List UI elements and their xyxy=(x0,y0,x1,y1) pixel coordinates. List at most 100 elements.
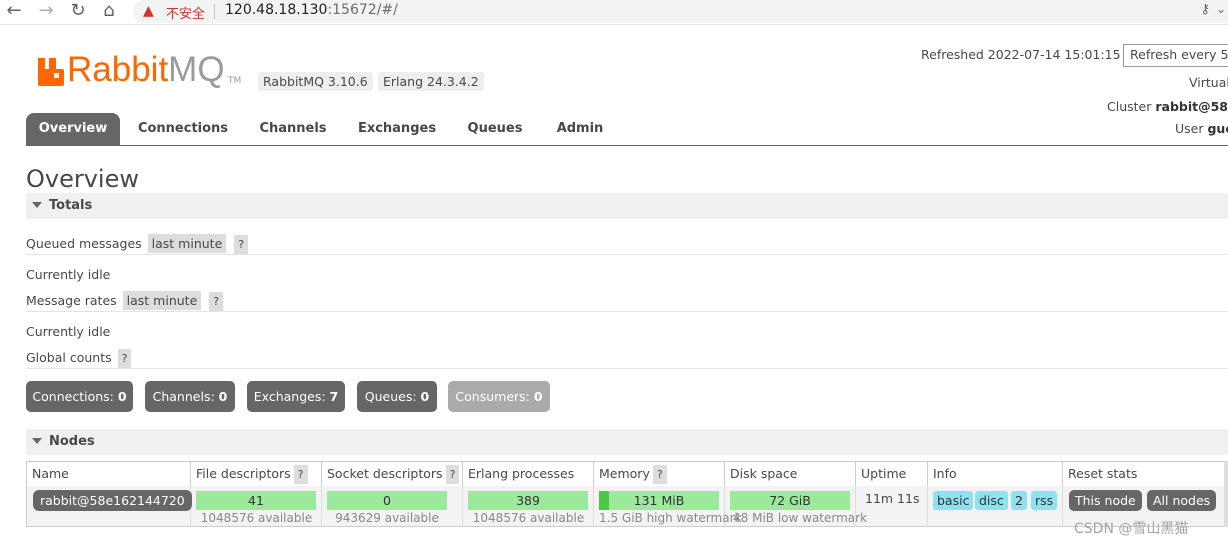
count-label: Connections: xyxy=(32,389,114,404)
divider xyxy=(26,254,1228,255)
chevron-down-icon[interactable]: ⌄ xyxy=(1216,2,1226,16)
erlang-processes-bar: 389 xyxy=(468,491,588,510)
nodes-table: Name File descriptors? Socket descriptor… xyxy=(26,461,1228,527)
erlang-version-badge: Erlang 24.3.4.2 xyxy=(378,72,484,91)
rabbit-logo-icon xyxy=(38,58,64,86)
tab-queues[interactable]: Queues xyxy=(462,113,528,145)
column-header-file-descriptors[interactable]: File descriptors? xyxy=(191,462,322,486)
count-label: Consumers: xyxy=(455,389,530,404)
help-button[interactable]: ? xyxy=(652,465,667,484)
virtual-host-label: Virtual xyxy=(1189,75,1228,90)
table-cell-disk-space: 72 GiB 48 MiB low watermark xyxy=(725,486,867,527)
logo-text: RabbitMQ xyxy=(67,50,225,90)
browser-divider xyxy=(0,24,1228,28)
forward-icon[interactable]: → xyxy=(34,0,58,22)
column-header-memory[interactable]: Memory? xyxy=(594,462,725,486)
count-label: Channels: xyxy=(152,389,215,404)
connections-count-button[interactable]: Connections: 0 xyxy=(26,381,133,412)
rates-status: Currently idle xyxy=(26,324,111,339)
queued-range-select[interactable]: last minute xyxy=(147,234,227,253)
insecure-label: 不安全 xyxy=(166,7,206,22)
count-value: 0 xyxy=(420,389,430,404)
page-title: Overview xyxy=(26,165,139,193)
nodes-heading: Nodes xyxy=(49,434,95,449)
count-value: 0 xyxy=(533,389,543,404)
count-value: 0 xyxy=(218,389,228,404)
browser-toolbar: ← → ↻ ⌂ ▲ 不安全 120.48.18.130:15672/#/ ⚷ ⌄ xyxy=(0,0,1228,24)
info-tag-basic: basic xyxy=(933,491,974,510)
bar-fill xyxy=(599,491,610,510)
disk-space-bar: 72 GiB xyxy=(730,491,850,510)
table-cell-uptime: 11m 11s xyxy=(856,486,928,527)
file-descriptors-available: 1048576 available xyxy=(200,511,313,525)
global-counts-label: Global counts xyxy=(26,350,112,365)
help-button[interactable]: ? xyxy=(117,349,132,368)
main-tabs: Overview Connections Channels Exchanges … xyxy=(26,113,1228,146)
queued-status: Currently idle xyxy=(26,267,111,282)
bar-value: 41 xyxy=(248,493,264,508)
help-button[interactable]: ? xyxy=(445,465,460,484)
info-tag-count: 2 xyxy=(1011,491,1027,510)
help-button[interactable]: ? xyxy=(234,235,249,254)
reload-icon[interactable]: ↻ xyxy=(66,0,90,22)
memory-watermark: 1.5 GiB high watermark xyxy=(599,511,742,525)
nodes-section-toggle[interactable]: Nodes xyxy=(26,429,1228,455)
cluster-label: Cluster xyxy=(1107,99,1152,114)
count-label: Exchanges: xyxy=(253,389,326,404)
channels-count-button[interactable]: Channels: 0 xyxy=(145,381,235,412)
tab-exchanges[interactable]: Exchanges xyxy=(354,113,440,145)
tab-connections[interactable]: Connections xyxy=(134,113,232,145)
cluster-info: Cluster rabbit@58e xyxy=(1107,99,1228,114)
divider xyxy=(26,368,1228,369)
consumers-count-button[interactable]: Consumers: 0 xyxy=(448,381,550,412)
table-cell-name: rabbit@58e162144720 xyxy=(27,486,192,527)
queues-count-button[interactable]: Queues: 0 xyxy=(357,381,437,412)
count-value: 0 xyxy=(117,389,127,404)
tab-overview[interactable]: Overview xyxy=(26,113,120,145)
column-header-erlang-processes[interactable]: Erlang processes xyxy=(463,462,594,486)
table-scrollbar[interactable] xyxy=(1224,461,1228,527)
column-header-socket-descriptors[interactable]: Socket descriptors? xyxy=(322,462,463,486)
file-descriptors-bar: 41 xyxy=(196,491,316,510)
disk-watermark: 48 MiB low watermark xyxy=(733,511,868,525)
key-icon[interactable]: ⚷ xyxy=(1200,2,1210,17)
table-cell-erlang-processes: 389 1048576 available xyxy=(463,486,594,527)
help-button[interactable]: ? xyxy=(209,292,224,311)
node-name-link[interactable]: rabbit@58e162144720 xyxy=(33,490,192,511)
collapse-triangle-icon xyxy=(32,201,42,208)
cluster-name: rabbit@58e xyxy=(1155,99,1228,114)
back-icon[interactable]: ← xyxy=(2,0,26,22)
table-cell-socket-descriptors: 0 943629 available xyxy=(322,486,463,527)
warning-icon: ▲ xyxy=(143,3,154,19)
table-cell-info: basic disc 2 rss xyxy=(928,486,1063,527)
column-header-uptime[interactable]: Uptime xyxy=(856,462,928,486)
tab-channels[interactable]: Channels xyxy=(254,113,332,145)
tab-admin[interactable]: Admin xyxy=(550,113,610,145)
bar-value: 0 xyxy=(383,493,391,508)
totals-section-toggle[interactable]: Totals xyxy=(26,193,1228,219)
refresh-interval-select[interactable]: Refresh every 5 xyxy=(1123,44,1228,67)
message-rates-row: Message rates last minute ? xyxy=(26,291,224,311)
logo-text-rabbit: Rabbit xyxy=(67,50,169,89)
url-separator xyxy=(214,4,215,19)
info-tag-disc: disc xyxy=(975,491,1008,510)
reset-all-nodes-button[interactable]: All nodes xyxy=(1147,490,1217,511)
column-header-name[interactable]: Name xyxy=(27,462,191,486)
exchanges-count-button[interactable]: Exchanges: 7 xyxy=(247,381,345,412)
memory-bar: 131 MiB xyxy=(599,491,719,510)
address-bar[interactable]: ▲ 不安全 120.48.18.130:15672/#/ ⚷ ⌄ xyxy=(133,0,1228,23)
column-header-reset-stats: Reset stats xyxy=(1063,462,1225,486)
column-header-label: Memory xyxy=(599,466,650,481)
rates-range-select[interactable]: last minute xyxy=(122,291,202,310)
column-header-disk-space[interactable]: Disk space xyxy=(725,462,856,486)
column-header-info[interactable]: Info xyxy=(928,462,1063,486)
help-button[interactable]: ? xyxy=(293,465,308,484)
url-text[interactable]: 120.48.18.130:15672/#/ xyxy=(225,2,398,18)
reset-this-node-button[interactable]: This node xyxy=(1069,490,1142,511)
global-counts-row: Global counts ? xyxy=(26,348,132,368)
table-cell-memory: 131 MiB 1.5 GiB high watermark xyxy=(594,486,741,527)
bar-value: 131 MiB xyxy=(633,493,685,508)
home-icon[interactable]: ⌂ xyxy=(97,0,121,22)
url-host: 120.48.18.130 xyxy=(225,2,328,18)
count-value: 7 xyxy=(329,389,339,404)
